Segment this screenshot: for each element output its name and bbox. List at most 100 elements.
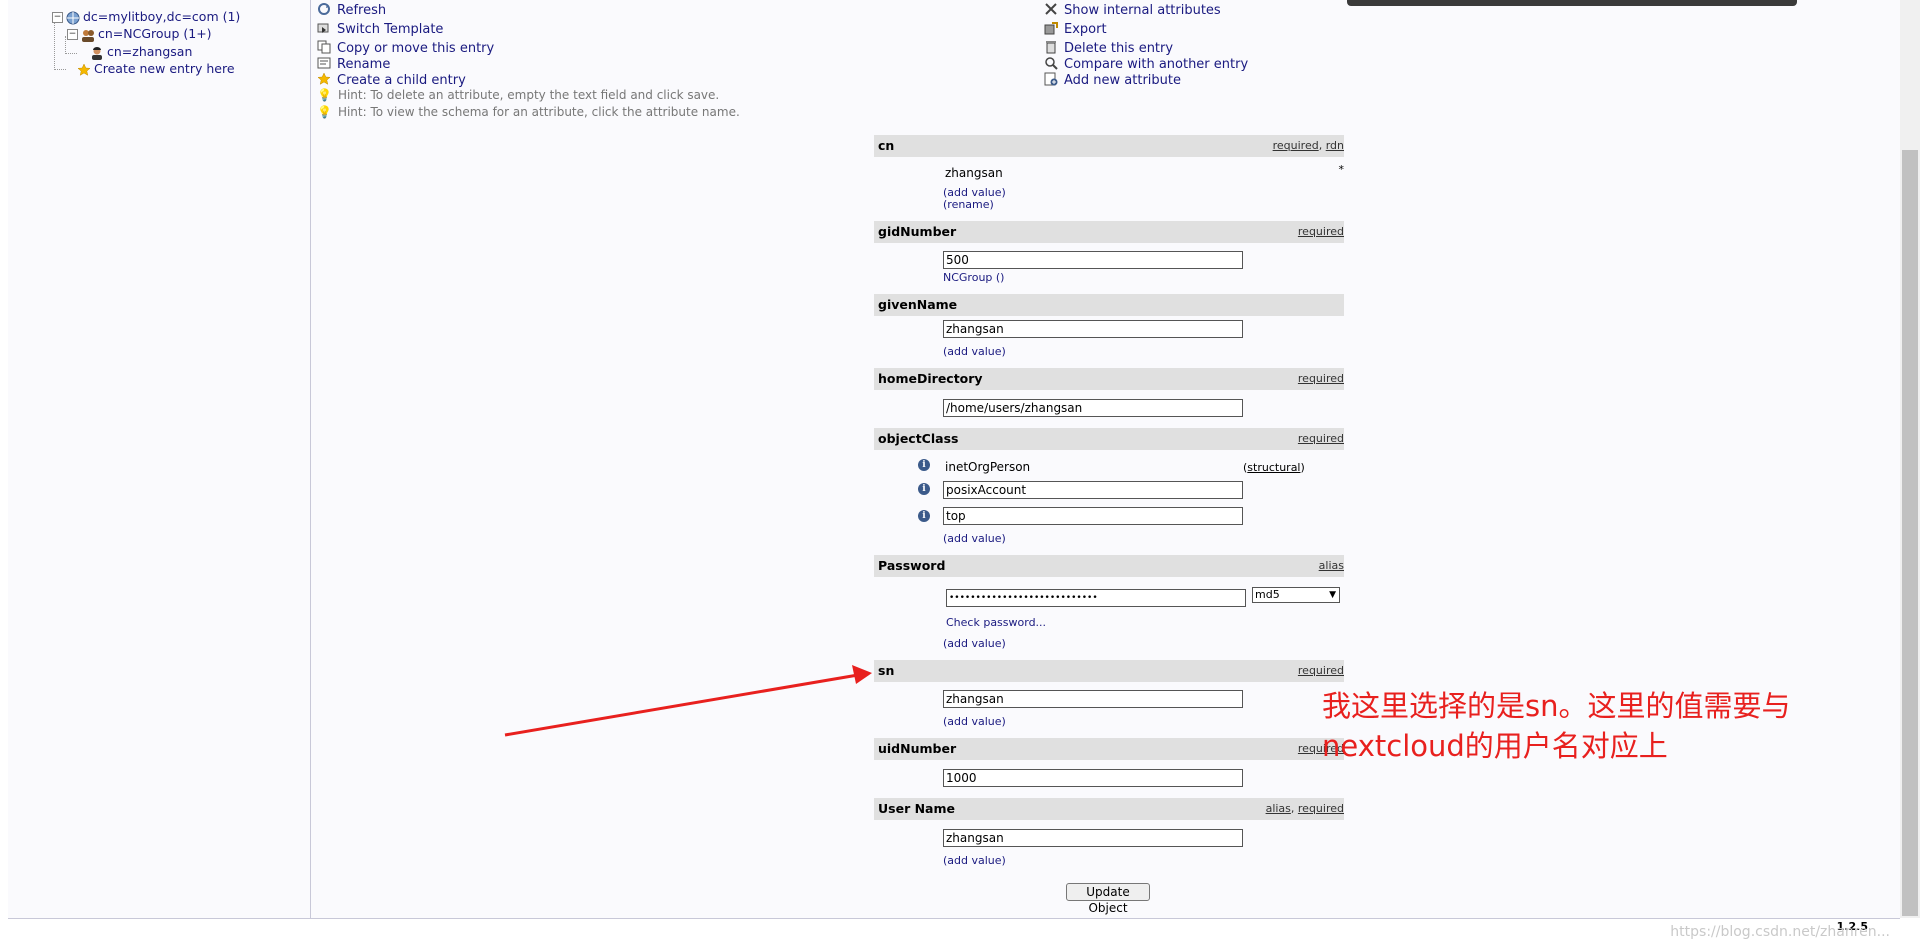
info-icon[interactable]: i [918, 483, 930, 495]
structural-link[interactable]: structural [1247, 461, 1300, 474]
objectclass-input-posixaccount[interactable]: posixAccount [943, 481, 1243, 499]
attr-header-homedirectory: homeDirectory required [874, 368, 1344, 390]
attr-name-uidnumber[interactable]: uidNumber [878, 741, 956, 756]
tree-node-root-label[interactable]: dc=mylitboy,dc=com (1) [83, 9, 240, 24]
trash-icon [1044, 40, 1058, 54]
attr-flags-gidnumber: required [1298, 225, 1344, 238]
user-icon [90, 46, 104, 60]
sn-input[interactable]: zhangsan [943, 690, 1243, 708]
attr-name-username[interactable]: User Name [878, 801, 955, 816]
tree-node-user[interactable]: cn=zhangsan [90, 44, 192, 60]
cn-asterisk: * [1338, 163, 1345, 176]
attr-flags-password: alias [1319, 559, 1344, 572]
menu-compare[interactable]: Compare with another entry [1044, 56, 1248, 72]
attr-header-password: Password alias [874, 555, 1344, 577]
menu-rename[interactable]: Rename [317, 56, 390, 72]
menu-delete[interactable]: Delete this entry [1044, 40, 1173, 56]
objectclass-input-top[interactable]: top [943, 507, 1243, 525]
menu-refresh[interactable]: Refresh [317, 2, 386, 18]
annotation-line-1: 我这里选择的是sn。这里的值需要与 [1322, 689, 1791, 723]
export-icon [1044, 21, 1058, 35]
copy-icon [317, 40, 331, 54]
info-icon[interactable]: i [918, 459, 930, 471]
menu-export-label[interactable]: Export [1064, 22, 1107, 37]
menu-create-child-label[interactable]: Create a child entry [337, 73, 466, 88]
hint-schema-text: Hint: To view the schema for an attribut… [337, 105, 740, 119]
givenname-add-value-link[interactable]: (add value) [943, 345, 1006, 358]
menu-add-attribute[interactable]: Add new attribute [1044, 72, 1181, 88]
gidnumber-input[interactable]: 500 [943, 251, 1243, 269]
homedirectory-input[interactable]: /home/users/zhangsan [943, 399, 1243, 417]
collapse-icon[interactable]: − [67, 29, 78, 40]
flag-required[interactable]: required [1298, 664, 1344, 677]
update-object-button[interactable]: Update Object [1066, 883, 1150, 915]
attr-name-cn[interactable]: cn [878, 138, 894, 153]
tree-node-user-label[interactable]: cn=zhangsan [107, 44, 192, 59]
tree-node-root[interactable]: − dc=mylitboy,dc=com (1) [52, 9, 240, 25]
flag-required[interactable]: required [1298, 802, 1344, 815]
menu-compare-label[interactable]: Compare with another entry [1064, 57, 1248, 72]
menu-create-child[interactable]: Create a child entry [317, 72, 466, 88]
lightbulb-icon: 💡 [317, 88, 332, 102]
menu-show-internal-label[interactable]: Show internal attributes [1064, 3, 1221, 18]
menu-switch-template-label[interactable]: Switch Template [337, 22, 443, 37]
objectclass-structural-note: (structural) [1243, 461, 1305, 474]
flag-required[interactable]: required [1298, 432, 1344, 445]
info-icon[interactable]: i [918, 510, 930, 522]
attr-header-objectclass: objectClass required [874, 428, 1344, 450]
menu-switch-template[interactable]: Switch Template [317, 21, 443, 37]
objectclass-add-value-link[interactable]: (add value) [943, 532, 1006, 545]
footer-divider [8, 918, 1900, 919]
tree-node-group[interactable]: − cn=NCGroup (1+) [67, 26, 212, 42]
menu-delete-label[interactable]: Delete this entry [1064, 41, 1173, 56]
template-icon [317, 21, 331, 35]
flag-required[interactable]: required [1298, 225, 1344, 238]
sn-add-value-link[interactable]: (add value) [943, 715, 1006, 728]
app-window: − dc=mylitboy,dc=com (1) − cn=NCGroup (1+)… [8, 0, 1900, 933]
tree-connector [65, 36, 66, 54]
attr-name-homedirectory[interactable]: homeDirectory [878, 371, 983, 386]
attr-name-objectclass[interactable]: objectClass [878, 431, 958, 446]
tree-node-create-label[interactable]: Create new entry here [94, 61, 235, 76]
refresh-icon [317, 2, 331, 16]
objectclass-value-inetorgperson: inetOrgPerson [945, 460, 1031, 474]
tree-node-create[interactable]: Create new entry here [77, 61, 235, 77]
uidnumber-input[interactable]: 1000 [943, 769, 1243, 787]
menu-copy-move-label[interactable]: Copy or move this entry [337, 41, 494, 56]
attr-name-password[interactable]: Password [878, 558, 945, 573]
password-add-value-link[interactable]: (add value) [943, 637, 1006, 650]
menu-rename-label[interactable]: Rename [337, 57, 390, 72]
flag-required[interactable]: required [1298, 372, 1344, 385]
gidnumber-group-link[interactable]: NCGroup () [943, 271, 1004, 284]
rename-icon [317, 56, 331, 70]
menu-add-attribute-label[interactable]: Add new attribute [1064, 73, 1181, 88]
attr-name-sn[interactable]: sn [878, 663, 894, 678]
menu-refresh-label[interactable]: Refresh [337, 3, 386, 18]
cn-rename-link[interactable]: (rename) [943, 198, 994, 211]
menu-export[interactable]: Export [1044, 21, 1107, 37]
givenname-input[interactable]: zhangsan [943, 320, 1243, 338]
check-password-link[interactable]: Check password... [946, 616, 1046, 629]
flag-rdn[interactable]: rdn [1326, 139, 1344, 152]
lightbulb-icon: 💡 [317, 105, 332, 119]
attr-flags-username: alias, required [1265, 802, 1344, 815]
attr-header-gidnumber: gidNumber required [874, 221, 1344, 243]
tools-icon [1044, 2, 1058, 16]
username-input[interactable]: zhangsan [943, 829, 1243, 847]
hint-schema: 💡 Hint: To view the schema for an attribu… [317, 105, 740, 119]
password-input[interactable]: •••••••••••••••••••••••••••• [946, 589, 1246, 607]
username-add-value-link[interactable]: (add value) [943, 854, 1006, 867]
flag-alias[interactable]: alias [1266, 802, 1291, 815]
attr-name-givenname[interactable]: givenName [878, 297, 957, 312]
annotation-line-2: nextcloud的用户名对应上 [1322, 729, 1668, 763]
password-hash-select[interactable]: md5 ▼ [1252, 587, 1340, 603]
attr-name-gidnumber[interactable]: gidNumber [878, 224, 956, 239]
collapse-icon[interactable]: − [52, 12, 63, 23]
star-icon [77, 62, 91, 77]
flag-alias[interactable]: alias [1319, 559, 1344, 572]
flag-required[interactable]: required [1273, 139, 1319, 152]
tree-node-group-label[interactable]: cn=NCGroup (1+) [98, 26, 212, 41]
menu-show-internal[interactable]: Show internal attributes [1044, 2, 1221, 18]
menu-copy-move[interactable]: Copy or move this entry [317, 40, 494, 56]
scrollbar-thumb[interactable] [1902, 150, 1918, 916]
